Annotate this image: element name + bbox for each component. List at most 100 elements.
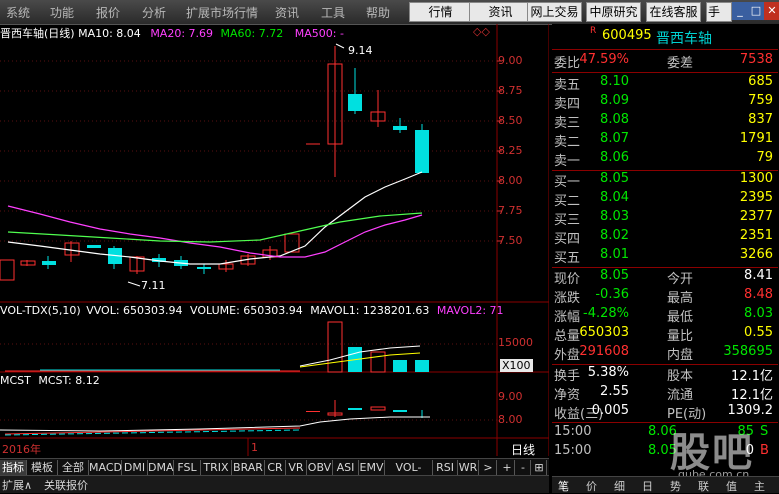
candle-down: [348, 94, 362, 111]
ma10-line: [7, 171, 423, 265]
stats-row: 换手 5.38% 股本 12.1亿: [554, 365, 773, 384]
menu-analysis[interactable]: 分析: [142, 4, 166, 21]
price-tick: 9.00: [498, 54, 523, 67]
menu-function[interactable]: 功能: [50, 4, 74, 21]
menu-system[interactable]: 系统: [6, 4, 30, 21]
quote-button[interactable]: 行情: [409, 2, 472, 22]
x-label-month: 1: [251, 441, 258, 454]
tab-macd[interactable]: MACD: [89, 460, 122, 475]
tab-cr[interactable]: CR: [265, 460, 286, 475]
options-icon[interactable]: ◇◇: [473, 25, 490, 38]
vvol-label: VVOL: 650303.94: [86, 304, 183, 317]
ma500-label: MA500: -: [294, 27, 344, 40]
vol-title: VOL-TDX(5,10): [0, 304, 81, 317]
tab-emv[interactable]: EMV: [359, 460, 385, 475]
candle-down: [87, 245, 101, 248]
tab-rsi[interactable]: RSI: [433, 460, 458, 475]
mcst-legend: MCST MCST: 8.12: [0, 374, 100, 387]
maximize-icon[interactable]: □: [748, 2, 764, 20]
menu-news[interactable]: 资讯: [275, 4, 299, 21]
kline-title: 晋西车轴(日线): [0, 27, 75, 40]
price-tick: 8.75: [498, 84, 523, 97]
bid-row[interactable]: 买三 8.03 2377: [552, 209, 777, 228]
tab-obv[interactable]: OBV: [307, 460, 333, 475]
price-tick: 8.00: [498, 174, 523, 187]
layout-icon[interactable]: ⊞: [532, 460, 547, 475]
online-trade-button[interactable]: 网上交易: [527, 2, 582, 22]
news-button[interactable]: 资讯: [469, 2, 532, 22]
tab-asi[interactable]: ASI: [333, 460, 359, 475]
volume-legend: VOL-TDX(5,10) VVOL: 650303.94 VOLUME: 65…: [0, 304, 504, 317]
zoom-out-button[interactable]: -: [516, 460, 531, 475]
weibi-row: 委比 47.59% 委差 7538: [552, 52, 777, 71]
menu-tools[interactable]: 工具: [321, 4, 345, 21]
quote-panel: R 600495 晋西车轴 委比 47.59% 委差 7538 卖五 8.10 68…: [552, 24, 779, 493]
tab-vol-tdx[interactable]: VOL-TDX: [385, 460, 433, 489]
menu-quote[interactable]: 报价: [96, 4, 120, 21]
expand-button[interactable]: 扩展∧: [2, 477, 32, 493]
mobile-button[interactable]: 手机: [706, 2, 732, 22]
tab-trix[interactable]: TRIX: [201, 460, 232, 475]
chart-area[interactable]: 晋西车轴(日线) MA10: 8.04 MA20: 7.69 MA60: 7.7…: [0, 24, 549, 458]
tab-indicator[interactable]: 指标: [0, 460, 27, 475]
stats-row: 外盘 291608 内盘 358695: [554, 344, 773, 363]
kline-legend: 晋西车轴(日线) MA10: 8.04 MA20: 7.69 MA60: 7.7…: [0, 25, 344, 41]
tab-all[interactable]: 全部: [58, 460, 89, 475]
related-quote-button[interactable]: 关联报价: [44, 477, 88, 493]
weicha-label: 委差: [667, 56, 694, 71]
stats-row: 现价 8.05 今开 8.41: [554, 268, 773, 287]
stock-name: 晋西车轴: [656, 31, 712, 47]
minimize-icon[interactable]: _: [732, 2, 748, 20]
period-label[interactable]: 日线: [511, 441, 535, 458]
tab-brar[interactable]: BRAR: [232, 460, 265, 475]
candle-up: [20, 260, 36, 266]
bid-row[interactable]: 买一 8.05 1300: [552, 171, 777, 190]
zoom-in-button[interactable]: +: [500, 460, 515, 475]
ma10-label: MA10: 8.04: [78, 27, 141, 40]
stats-row: 净资 2.55 流通 12.1亿: [554, 384, 773, 403]
kline-chart-svg: [0, 24, 549, 456]
mavol1-label: MAVOL1: 1238201.63: [310, 304, 430, 317]
zhongyuan-research-button[interactable]: 中原研究: [586, 2, 641, 22]
candle-down: [197, 267, 211, 269]
tab-template[interactable]: 模板: [27, 460, 58, 475]
tab-wr[interactable]: WR: [458, 460, 479, 475]
high-marker: [335, 43, 345, 49]
mcst-line: [0, 416, 430, 432]
ma60-line: [7, 212, 423, 243]
ma60-label: MA60: 7.72: [220, 27, 284, 40]
close-icon[interactable]: ✕: [764, 2, 779, 20]
price-tick: 8.50: [498, 114, 523, 127]
bid-row[interactable]: 买四 8.02 2351: [552, 228, 777, 247]
ask-row[interactable]: 卖一 8.06 79: [552, 150, 777, 169]
menu-extended-market[interactable]: 扩展市场行情: [186, 4, 258, 21]
mcst-bars: [4, 400, 423, 436]
mcst-tick: 9.00: [498, 390, 523, 403]
ask-row[interactable]: 卖三 8.08 837: [552, 112, 777, 131]
price-tick: 7.50: [498, 234, 523, 247]
online-service-button[interactable]: 在线客服: [646, 2, 701, 22]
ask-row[interactable]: 卖二 8.07 1791: [552, 131, 777, 150]
menu-help[interactable]: 帮助: [366, 4, 390, 21]
ask-row[interactable]: 卖四 8.09 759: [552, 93, 777, 112]
stats-row: 涨幅 -4.28% 最低 8.03: [554, 306, 773, 325]
bid-row[interactable]: 买二 8.04 2395: [552, 190, 777, 209]
volume-bars: [5, 321, 429, 373]
tab-vr[interactable]: VR: [286, 460, 307, 475]
high-price-label: 9.14: [348, 44, 373, 57]
tab-dma[interactable]: DMA: [148, 460, 174, 475]
status-bar: 扩展∧ 关联报价: [0, 475, 549, 493]
tab-fsl[interactable]: FSL: [174, 460, 201, 475]
x-label-year: 2016年: [2, 443, 41, 456]
low-price-label: 7.11: [141, 279, 166, 292]
ask-row[interactable]: 卖五 8.10 685: [552, 74, 777, 93]
vol-tick: 15000: [498, 336, 533, 349]
bid-row[interactable]: 买五 8.01 3266: [552, 247, 777, 266]
tab-dmi[interactable]: DMI: [122, 460, 148, 475]
candle-down: [42, 261, 56, 265]
candle-up: [64, 242, 80, 256]
price-tick: 8.25: [498, 144, 523, 157]
tab-more[interactable]: >: [480, 460, 497, 475]
menu-bar: 系统 功能 报价 分析 扩展市场行情 资讯 工具 帮助 行情 资讯 网上交易 中…: [0, 0, 779, 25]
r-badge-icon: R: [590, 26, 597, 36]
